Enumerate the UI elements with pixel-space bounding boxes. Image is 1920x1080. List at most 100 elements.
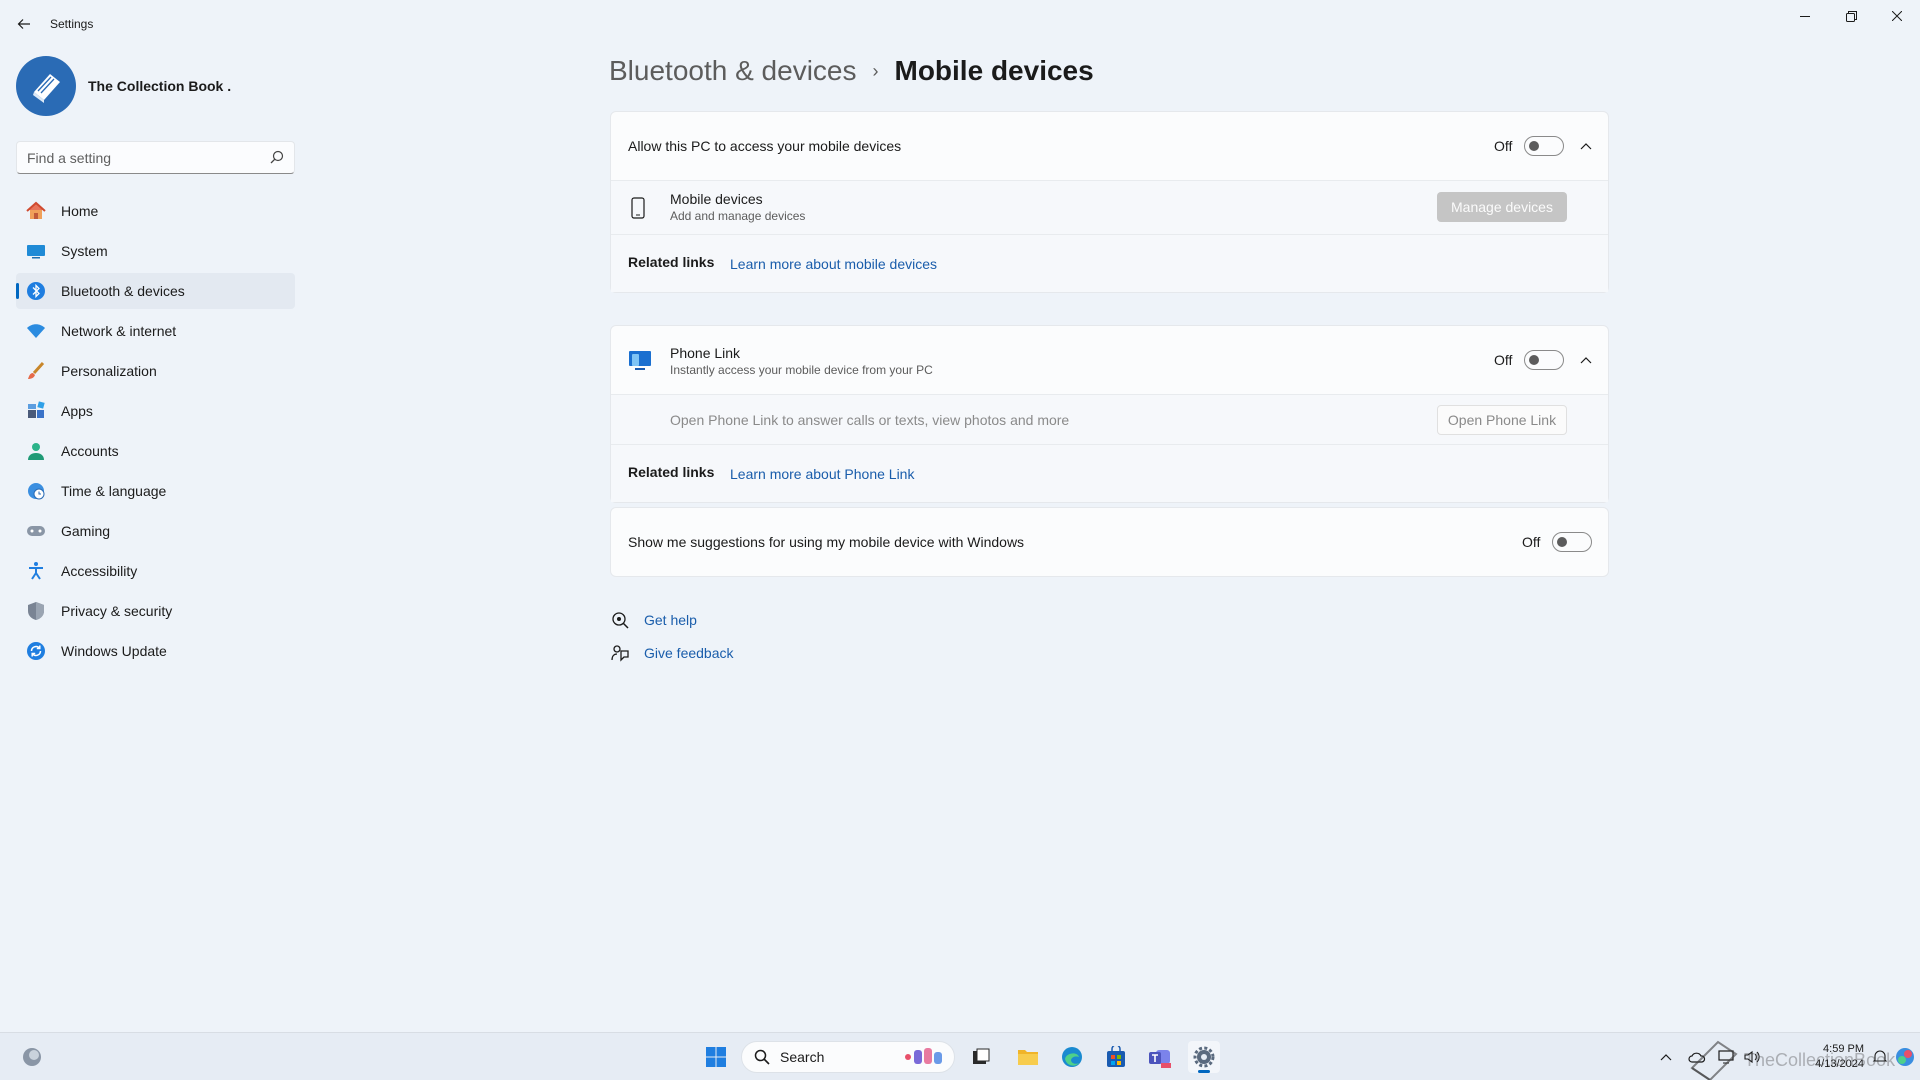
task-view-icon	[973, 1048, 990, 1064]
bluetooth-icon	[26, 281, 46, 301]
taskbar-search[interactable]: Search	[741, 1041, 955, 1073]
restore-icon	[1845, 10, 1857, 22]
edge-browser-icon	[1062, 1047, 1082, 1067]
close-button[interactable]	[1874, 0, 1920, 32]
chevron-up-icon[interactable]	[1660, 1053, 1672, 1061]
shield-icon	[26, 601, 46, 621]
sidebar-item-network[interactable]: Network & internet	[16, 313, 295, 349]
give-feedback-link[interactable]: Give feedback	[610, 643, 734, 663]
edge-button[interactable]	[1056, 1041, 1088, 1073]
open-phone-link-text: Open Phone Link to answer calls or texts…	[670, 412, 1070, 428]
learn-more-mobile-link[interactable]: Learn more about mobile devices	[730, 256, 937, 272]
sidebar-item-personalization[interactable]: Personalization	[16, 353, 295, 389]
folder-icon	[1018, 1050, 1038, 1065]
allow-access-row[interactable]: Allow this PC to access your mobile devi…	[611, 112, 1608, 181]
search-input[interactable]	[17, 142, 257, 173]
widgets-button[interactable]	[16, 1041, 48, 1073]
sidebar-item-accounts[interactable]: Accounts	[16, 433, 295, 469]
watermark-text: TheCollectionBook	[1744, 1049, 1896, 1070]
phone-icon	[631, 197, 645, 224]
collapse-chevron-icon[interactable]	[1576, 350, 1596, 370]
mobile-devices-row: Mobile devices Add and manage devices Ma…	[611, 181, 1608, 235]
store-icon	[1107, 1046, 1125, 1067]
person-icon	[26, 441, 46, 461]
sidebar-item-gaming[interactable]: Gaming	[16, 513, 295, 549]
sidebar-item-bluetooth-devices[interactable]: Bluetooth & devices	[16, 273, 295, 309]
mobile-devices-card: Allow this PC to access your mobile devi…	[610, 111, 1609, 293]
update-icon	[26, 641, 46, 661]
allow-access-title: Allow this PC to access your mobile devi…	[628, 138, 902, 154]
teams-icon	[1149, 1050, 1171, 1068]
sidebar-item-label: Bluetooth & devices	[61, 283, 185, 299]
phone-link-toggle[interactable]	[1524, 350, 1565, 370]
task-view-button[interactable]	[965, 1041, 997, 1073]
sidebar-item-system[interactable]: System	[16, 233, 295, 269]
manage-devices-button[interactable]: Manage devices	[1437, 192, 1567, 222]
taskbar: Search 4:59 PM 4/13/2024	[0, 1032, 1920, 1080]
phone-link-desc: Instantly access your mobile device from…	[670, 363, 933, 377]
sidebar-nav: Home System Bluetooth & devices Network …	[16, 193, 295, 673]
phone-link-toggle-group: Off	[1494, 350, 1565, 370]
phone-link-row[interactable]: Phone Link Instantly access your mobile …	[611, 326, 1608, 395]
book-logo-icon	[33, 74, 60, 103]
sidebar-item-label: Personalization	[61, 363, 157, 379]
sidebar-item-windows-update[interactable]: Windows Update	[16, 633, 295, 669]
profile-name: The Collection Book .	[88, 78, 232, 94]
phone-link-icon	[628, 348, 652, 377]
home-icon	[26, 201, 46, 221]
sidebar-item-label: Time & language	[61, 483, 167, 499]
get-help-link[interactable]: Get help	[610, 610, 697, 630]
mobile-devices-title: Mobile devices	[670, 191, 763, 207]
sidebar-item-privacy[interactable]: Privacy & security	[16, 593, 295, 629]
allow-access-toggle-group: Off	[1494, 136, 1565, 156]
teams-button[interactable]	[1144, 1041, 1176, 1073]
related-links-row: Related links Learn more about Phone Lin…	[611, 445, 1608, 502]
mobile-devices-desc: Add and manage devices	[670, 209, 806, 223]
settings-search[interactable]	[16, 141, 295, 174]
watermark: TheCollectionBook	[1688, 1038, 1895, 1080]
phone-link-card: Phone Link Instantly access your mobile …	[610, 325, 1609, 503]
gamepad-icon	[26, 521, 46, 541]
start-button[interactable]	[700, 1041, 732, 1073]
file-explorer-button[interactable]	[1012, 1041, 1044, 1073]
sidebar-item-label: Accounts	[61, 443, 119, 459]
avatar	[16, 56, 76, 116]
allow-access-state: Off	[1494, 138, 1513, 154]
back-button[interactable]	[12, 12, 36, 36]
suggestions-state: Off	[1522, 534, 1541, 550]
restore-button[interactable]	[1828, 0, 1874, 32]
sidebar-item-apps[interactable]: Apps	[16, 393, 295, 429]
search-highlight-icon	[905, 1048, 942, 1064]
copilot-icon[interactable]	[1894, 1046, 1916, 1068]
breadcrumb-parent[interactable]: Bluetooth & devices	[609, 55, 857, 87]
phone-link-state: Off	[1494, 352, 1513, 368]
allow-access-toggle[interactable]	[1524, 136, 1565, 156]
gear-icon	[1193, 1046, 1215, 1068]
learn-more-phone-link[interactable]: Learn more about Phone Link	[730, 466, 914, 482]
get-help-label: Get help	[644, 612, 697, 628]
user-profile[interactable]: The Collection Book .	[16, 56, 231, 116]
open-phone-link-button[interactable]: Open Phone Link	[1437, 405, 1567, 435]
suggestions-toggle[interactable]	[1552, 532, 1593, 552]
sidebar-item-label: Network & internet	[61, 323, 177, 339]
search-icon	[754, 1049, 770, 1065]
minimize-button[interactable]	[1782, 0, 1828, 32]
feedback-icon	[610, 643, 630, 663]
store-button[interactable]	[1100, 1041, 1132, 1073]
accessibility-icon	[26, 561, 46, 581]
sidebar-item-label: Privacy & security	[61, 603, 173, 619]
sidebar-item-label: Apps	[61, 403, 93, 419]
back-arrow-icon	[17, 19, 30, 29]
phone-link-title: Phone Link	[670, 345, 741, 361]
sidebar-item-time-language[interactable]: Time & language	[16, 473, 295, 509]
sidebar-item-home[interactable]: Home	[16, 193, 295, 229]
app-title: Settings	[50, 17, 94, 31]
suggestions-row[interactable]: Show me suggestions for using my mobile …	[611, 508, 1608, 576]
suggestions-card: Show me suggestions for using my mobile …	[610, 507, 1609, 577]
sidebar-item-label: System	[61, 243, 108, 259]
collapse-chevron-icon[interactable]	[1576, 136, 1596, 156]
settings-taskbar-button[interactable]	[1188, 1041, 1220, 1073]
sidebar-item-accessibility[interactable]: Accessibility	[16, 553, 295, 589]
search-icon[interactable]	[270, 150, 284, 169]
close-icon	[1892, 11, 1902, 21]
